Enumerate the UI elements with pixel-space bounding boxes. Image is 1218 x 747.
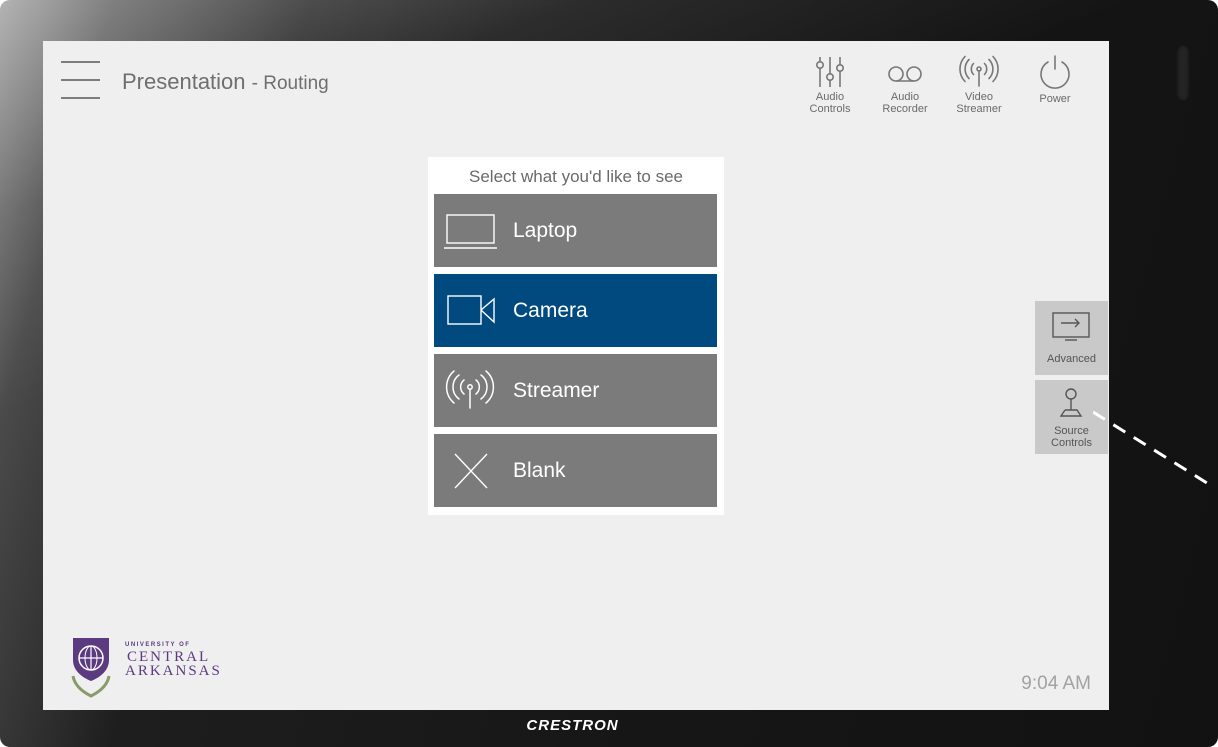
camera-icon [447,295,495,325]
power-icon [1040,55,1070,89]
device-bezel: CRESTRON Presentation - Routing Audio Co… [0,0,1218,747]
advanced-label: Advanced [1047,353,1096,365]
audio-controls-label: Audio Controls [809,91,851,115]
university-seal-icon [71,638,111,698]
source-label: Streamer [513,379,600,402]
proximity-sensor [1176,44,1190,102]
source-label: Blank [513,459,566,482]
hamburger-bar [61,97,100,99]
menu-button[interactable] [61,61,100,99]
pointer-dashed-line [1093,410,1216,490]
advanced-button[interactable]: Advanced [1035,301,1108,375]
source-prompt: Select what you'd like to see [469,167,683,186]
logo-line1: UNIVERSITY OF [125,642,191,648]
clock: 9:04 AM [1021,673,1091,694]
power-label: Power [1039,93,1071,105]
voicemail-icon [888,66,922,82]
broadcast-icon [959,55,999,87]
source-label: Camera [513,299,588,322]
audio-recorder-label: Audio Recorder [882,91,928,115]
university-logo: UNIVERSITY OF CENTRAL ARKANSAS [61,630,231,700]
source-label: Laptop [513,219,578,242]
audio-controls-button[interactable]: Audio Controls [799,51,861,121]
logo-line3: ARKANSAS [125,663,222,679]
source-selection-panel: Select what you'd like to see Laptop Cam… [428,157,724,515]
device-brand: CRESTRON [526,717,619,734]
source-button-streamer[interactable]: Streamer [434,354,717,427]
display-input-icon [1052,312,1090,341]
x-icon [454,453,488,489]
source-button-laptop[interactable]: Laptop [434,194,717,267]
sliders-icon [816,57,844,87]
video-streamer-button[interactable]: Video Streamer [948,51,1010,121]
hamburger-bar [61,61,100,63]
joystick-icon [1059,388,1083,417]
page-title-sub: - Routing [251,73,329,94]
touch-screen: Presentation - Routing Audio Controls Au… [43,41,1109,710]
page-title: Presentation - Routing [122,69,329,95]
power-button[interactable]: Power [1024,51,1086,121]
page-title-main: Presentation [122,69,246,94]
broadcast-icon [445,370,495,409]
video-streamer-label: Video Streamer [956,91,1002,115]
source-button-camera[interactable]: Camera [434,274,717,347]
hamburger-bar [61,79,100,81]
laptop-icon [444,214,497,249]
source-button-blank[interactable]: Blank [434,434,717,507]
audio-recorder-button[interactable]: Audio Recorder [874,51,936,121]
